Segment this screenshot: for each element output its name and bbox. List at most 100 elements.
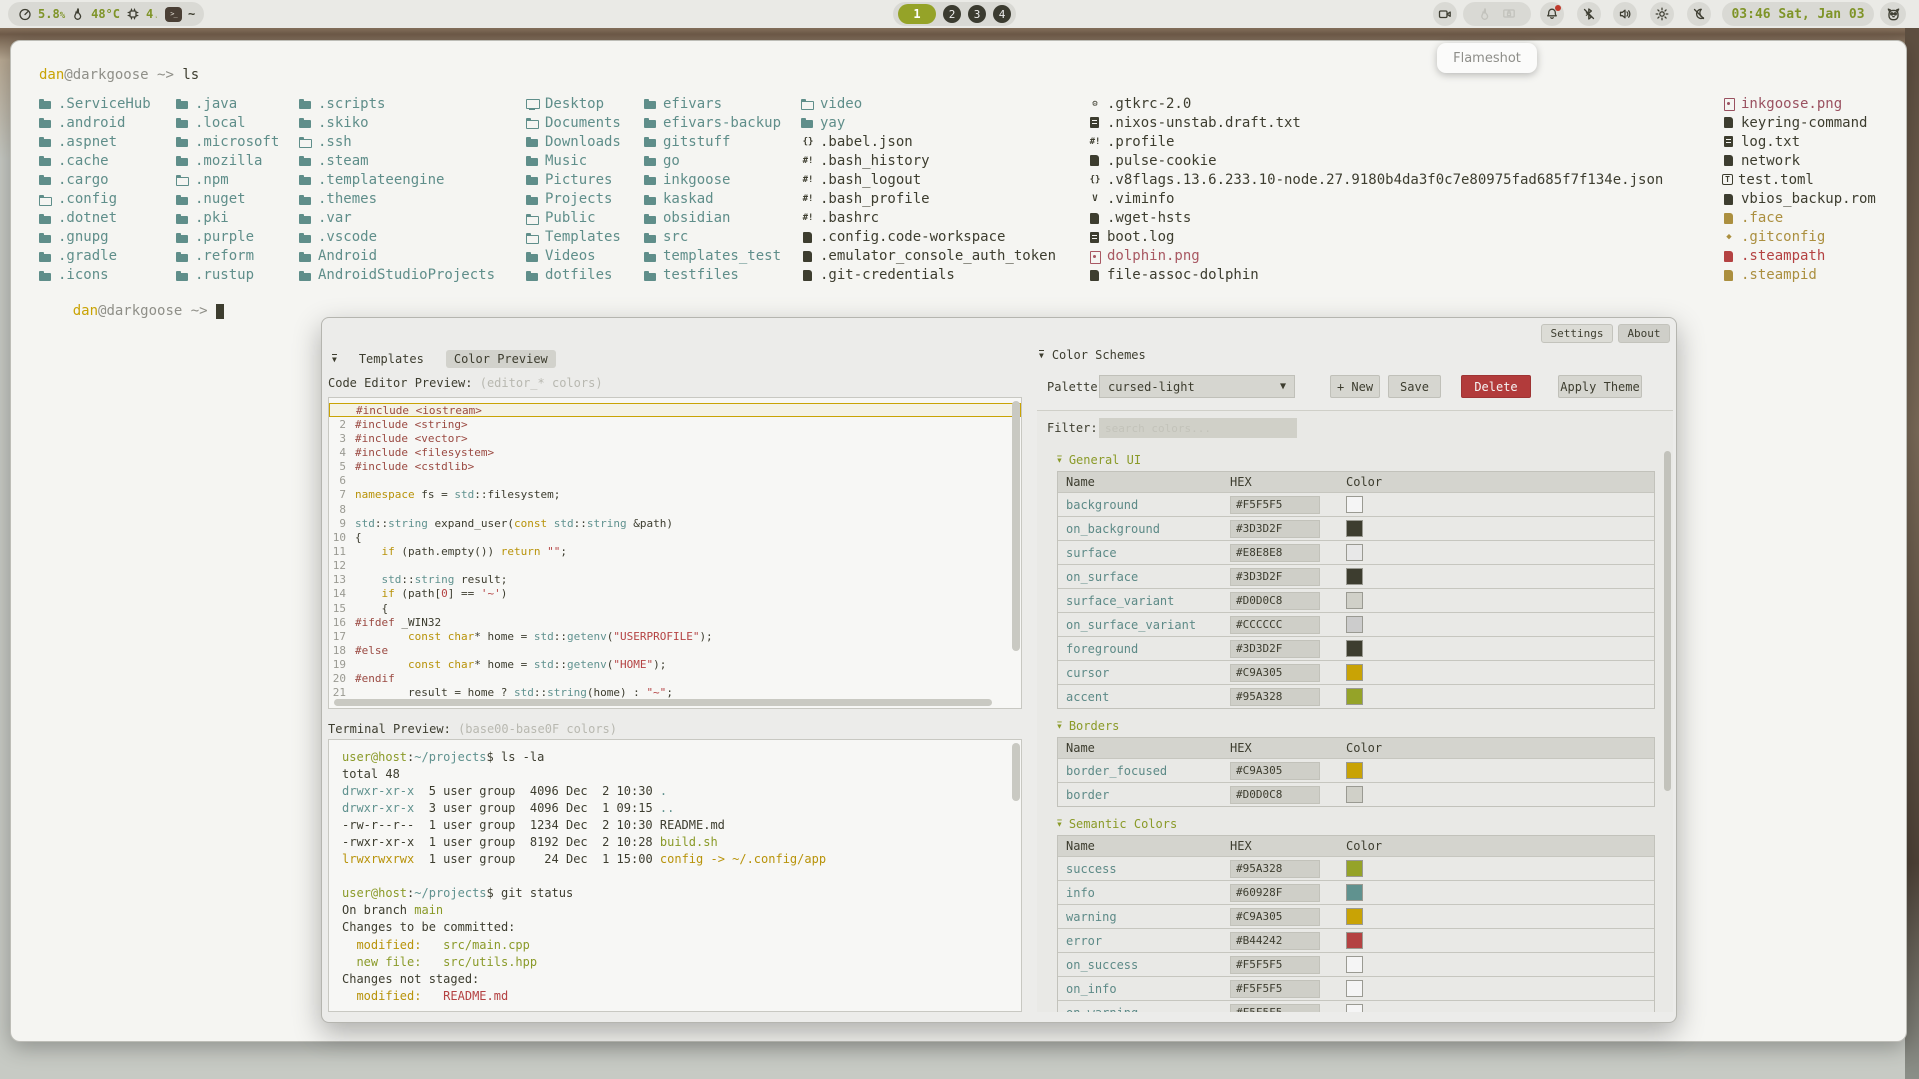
folder-icon <box>526 173 540 186</box>
hex-input[interactable]: #F5F5F5 <box>1230 496 1320 514</box>
section-header[interactable]: ▼Semantic Colors <box>1057 815 1655 833</box>
color-name: on_surface <box>1058 570 1230 584</box>
color-swatch[interactable] <box>1346 616 1363 633</box>
ls-item: .cargo <box>39 170 151 189</box>
collapse-section-icon[interactable]: ▼ <box>1057 456 1061 465</box>
hex-input[interactable]: #CCCCCC <box>1230 616 1320 634</box>
hex-input[interactable]: #95A328 <box>1230 688 1320 706</box>
speaker-icon <box>1618 7 1632 21</box>
color-swatch[interactable] <box>1346 496 1363 513</box>
color-swatch[interactable] <box>1346 884 1363 901</box>
screenshot-tools-group[interactable] <box>1463 2 1531 26</box>
folder-icon <box>644 154 658 167</box>
hex-input[interactable]: #3D3D2F <box>1230 640 1320 658</box>
color-swatch[interactable] <box>1346 908 1363 925</box>
workspace-4[interactable]: 4 <box>993 5 1011 23</box>
collapse-preview-icon[interactable]: ▼ <box>332 354 337 364</box>
folder-icon <box>644 212 658 225</box>
notifications-button[interactable] <box>1540 2 1564 26</box>
hex-input[interactable]: #C9A305 <box>1230 762 1320 780</box>
ls-item: templates_test <box>644 247 781 266</box>
clock-widget[interactable]: 03:46 Sat, Jan 03 <box>1722 2 1874 26</box>
bluetooth-button[interactable] <box>1577 2 1601 26</box>
color-swatch[interactable] <box>1346 860 1363 877</box>
color-name: accent <box>1058 690 1230 704</box>
color-swatch[interactable] <box>1346 980 1363 997</box>
apply-theme-button[interactable]: Apply Theme <box>1558 375 1642 398</box>
ls-item: Downloads <box>526 132 621 151</box>
workspace-1-active[interactable]: 1 <box>898 4 936 24</box>
color-swatch[interactable] <box>1346 688 1363 705</box>
hex-input[interactable]: #E8E8E8 <box>1230 544 1320 562</box>
ls-item: .ServiceHub <box>39 94 151 113</box>
filter-input[interactable] <box>1099 418 1297 438</box>
color-name: warning <box>1058 910 1230 924</box>
brightness-button[interactable] <box>1650 2 1674 26</box>
volume-button[interactable] <box>1613 2 1637 26</box>
code-line: 12 <box>329 559 1021 573</box>
ls-item: {}.babel.json <box>801 132 1056 151</box>
theme-editor-dialog[interactable]: Settings About ▼ Templates Color Preview… <box>321 317 1677 1023</box>
color-swatch[interactable] <box>1346 520 1363 537</box>
color-swatch[interactable] <box>1346 1004 1363 1012</box>
collapse-section-icon[interactable]: ▼ <box>1057 820 1061 829</box>
workspace-3[interactable]: 3 <box>968 5 986 23</box>
collapse-schemes-icon[interactable]: ▼ <box>1039 350 1044 360</box>
save-palette-button[interactable]: Save <box>1388 375 1441 398</box>
hex-input[interactable]: #B44242 <box>1230 932 1320 950</box>
ls-item: .steampath <box>1722 247 1876 266</box>
hex-input[interactable]: #F5F5F5 <box>1230 956 1320 974</box>
collapse-section-icon[interactable]: ▼ <box>1057 722 1061 731</box>
delete-palette-button[interactable]: Delete <box>1461 375 1531 398</box>
color-swatch[interactable] <box>1346 664 1363 681</box>
new-palette-button[interactable]: + New <box>1330 375 1380 398</box>
hex-input[interactable]: #F5F5F5 <box>1230 980 1320 998</box>
hex-input[interactable]: #60928F <box>1230 884 1320 902</box>
color-swatch[interactable] <box>1346 592 1363 609</box>
hex-input[interactable]: #95A328 <box>1230 860 1320 878</box>
workspace-2[interactable]: 2 <box>943 5 961 23</box>
color-row: surface#E8E8E8 <box>1058 540 1654 564</box>
color-swatch[interactable] <box>1346 544 1363 561</box>
ls-item: testfiles <box>644 266 781 285</box>
ls-item: .aspnet <box>39 132 151 151</box>
color-swatch[interactable] <box>1346 956 1363 973</box>
schemes-scrollbar[interactable] <box>1664 451 1671 791</box>
palette-select[interactable]: cursed-light ▼ <box>1099 375 1295 398</box>
night-light-button[interactable] <box>1687 2 1711 26</box>
color-swatch[interactable] <box>1346 568 1363 585</box>
code-vertical-scrollbar[interactable] <box>1012 401 1020 651</box>
about-button[interactable]: About <box>1618 324 1670 343</box>
terminal-vertical-scrollbar[interactable] <box>1012 743 1020 801</box>
tab-templates[interactable]: Templates <box>351 350 432 368</box>
bluetooth-off-icon <box>1582 7 1596 21</box>
hex-input[interactable]: #D0D0C8 <box>1230 592 1320 610</box>
screen-record-button[interactable] <box>1433 2 1457 26</box>
color-table-scroll-area[interactable]: Filter: ▼General UINameHEXColorbackgroun… <box>1037 410 1673 1012</box>
shebang-icon: #! <box>801 193 815 206</box>
section-header[interactable]: ▼Borders <box>1057 717 1655 735</box>
settings-button[interactable]: Settings <box>1541 324 1613 343</box>
color-swatch[interactable] <box>1346 762 1363 779</box>
hex-input[interactable]: #3D3D2F <box>1230 520 1320 538</box>
power-menu-button[interactable] <box>1880 2 1906 26</box>
code-editor-preview[interactable]: 1#include <iostream>2#include <string>3#… <box>328 397 1022 709</box>
color-swatch[interactable] <box>1346 640 1363 657</box>
folder-icon <box>176 97 190 110</box>
terminal-launcher[interactable]: >_ ~ <box>156 2 204 26</box>
terminal-preview[interactable]: user@host:~/projects$ ls -latotal 48drwx… <box>328 739 1022 1012</box>
hex-input[interactable]: #3D3D2F <box>1230 568 1320 586</box>
hex-input[interactable]: #F5F5F5 <box>1230 1004 1320 1013</box>
hex-input[interactable]: #D0D0C8 <box>1230 786 1320 804</box>
section-header[interactable]: ▼General UI <box>1057 451 1655 469</box>
hex-input[interactable]: #C9A305 <box>1230 664 1320 682</box>
color-swatch[interactable] <box>1346 786 1363 803</box>
tab-color-preview[interactable]: Color Preview <box>446 350 556 368</box>
hex-input[interactable]: #C9A305 <box>1230 908 1320 926</box>
code-horizontal-scrollbar[interactable] <box>334 699 992 706</box>
ls-item: .purple <box>176 228 279 247</box>
color-name: on_info <box>1058 982 1230 996</box>
ls-item: .config.code-workspace <box>801 228 1056 247</box>
color-swatch[interactable] <box>1346 932 1363 949</box>
ls-item: .wget-hsts <box>1088 209 1663 228</box>
